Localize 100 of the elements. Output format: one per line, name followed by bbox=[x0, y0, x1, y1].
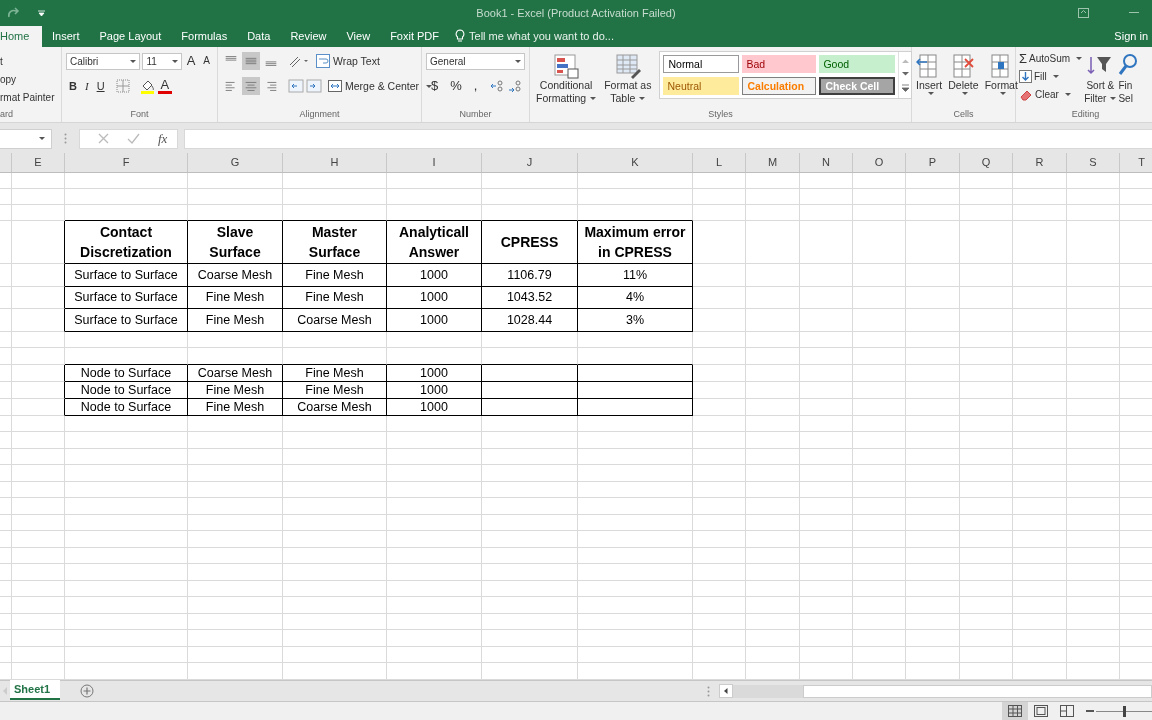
table-cell: Fine Mesh bbox=[188, 309, 283, 332]
column-header[interactable]: I bbox=[387, 153, 482, 172]
column-header[interactable]: O bbox=[853, 153, 906, 172]
sheet-tab[interactable]: Sheet1 bbox=[10, 680, 60, 700]
table-cell: Fine Mesh bbox=[283, 364, 387, 382]
column-header[interactable]: F bbox=[65, 153, 188, 172]
ribbon-tab[interactable]: Formulas bbox=[171, 26, 238, 47]
table-cell: 4% bbox=[578, 286, 693, 309]
table-cell: Fine Mesh bbox=[283, 286, 387, 309]
table-cell: 1000 bbox=[387, 381, 482, 399]
font-size-dropdown[interactable]: 11 bbox=[142, 52, 182, 70]
table-cell: Surface to Surface bbox=[65, 264, 188, 287]
number-format-button[interactable]: % bbox=[445, 78, 467, 94]
ribbon-tab[interactable]: Data bbox=[237, 26, 281, 47]
ribbon-tab[interactable]: Page Layout bbox=[89, 26, 172, 47]
sign-in-link[interactable]: Sign in bbox=[1114, 30, 1152, 47]
cell-style-option[interactable]: Good bbox=[819, 55, 896, 73]
table-cell: 1000 bbox=[387, 286, 482, 309]
group-label: Editing bbox=[1070, 108, 1101, 121]
clear-button[interactable]: Clear bbox=[1019, 87, 1083, 102]
cell-style-option[interactable]: Normal bbox=[663, 55, 740, 73]
table-cell: 1000 bbox=[387, 264, 482, 287]
cell-style-option[interactable]: Neutral bbox=[663, 77, 740, 95]
header-cell: Analyticall Answer bbox=[387, 221, 482, 264]
insert-function-button[interactable]: fx bbox=[158, 130, 168, 147]
column-header[interactable]: H bbox=[283, 153, 387, 172]
group-label: Font bbox=[129, 108, 150, 121]
font-style-button[interactable]: B bbox=[66, 78, 80, 94]
table-cell: Node to Surface bbox=[65, 364, 188, 382]
group-label: Alignment bbox=[298, 108, 341, 121]
table-cell: Fine Mesh bbox=[188, 381, 283, 399]
header-cell: Contact Discretization bbox=[65, 221, 188, 264]
column-header[interactable]: L bbox=[693, 153, 746, 172]
table-cell: 11% bbox=[578, 264, 693, 287]
table-cell: Coarse Mesh bbox=[283, 398, 387, 416]
column-header[interactable]: P bbox=[906, 153, 960, 172]
column-header[interactable]: S bbox=[1067, 153, 1120, 172]
ribbon-tab[interactable]: Review bbox=[280, 26, 337, 47]
column-header[interactable]: E bbox=[12, 153, 65, 172]
column-header[interactable]: Q bbox=[960, 153, 1013, 172]
sort-filter-button[interactable]: Sort & Filter bbox=[1084, 51, 1117, 108]
column-header[interactable]: N bbox=[800, 153, 853, 172]
format-as-table-button[interactable]: Format as Table bbox=[602, 51, 654, 105]
column-header[interactable]: K bbox=[578, 153, 693, 172]
clipboard-command[interactable]: rmat Painter bbox=[0, 91, 57, 104]
table-cell: 1028.44 bbox=[482, 309, 578, 332]
table-cell: Coarse Mesh bbox=[283, 309, 387, 332]
table-cell: Fine Mesh bbox=[188, 286, 283, 309]
cell-style-option[interactable]: Bad bbox=[742, 55, 817, 73]
header-cell: CPRESS bbox=[482, 221, 578, 264]
table-cell: Coarse Mesh bbox=[188, 264, 283, 287]
group-label: ard bbox=[0, 108, 14, 121]
wrap-text-button[interactable]: Wrap Text bbox=[315, 53, 381, 69]
group-label: Number bbox=[458, 108, 493, 121]
header-cell: Slave Surface bbox=[188, 221, 283, 264]
font-style-button[interactable]: U bbox=[93, 78, 108, 94]
table-cell: 1000 bbox=[387, 309, 482, 332]
ribbon-tab[interactable]: View bbox=[336, 26, 381, 47]
font-style-button[interactable]: I bbox=[81, 78, 92, 94]
font-color-button[interactable]: A bbox=[157, 78, 173, 94]
column-header[interactable]: G bbox=[188, 153, 283, 172]
table-cell: 1043.52 bbox=[482, 286, 578, 309]
fill-button[interactable]: Fill bbox=[1019, 69, 1083, 84]
column-header[interactable]: T bbox=[1120, 153, 1152, 172]
ribbon-tab[interactable]: Foxit PDF bbox=[380, 26, 450, 47]
find-select-button[interactable]: Fin Sel bbox=[1118, 51, 1139, 108]
clipboard-command[interactable]: opy bbox=[0, 73, 57, 86]
clipboard-command[interactable]: t bbox=[0, 55, 57, 68]
header-cell: Maximum error in CPRESS bbox=[578, 221, 693, 264]
table-cell: Surface to Surface bbox=[65, 309, 188, 332]
shrink-font-button[interactable]: A bbox=[200, 53, 213, 69]
table-cell: Surface to Surface bbox=[65, 286, 188, 309]
table-cell: 1000 bbox=[387, 364, 482, 382]
table-cell: 3% bbox=[578, 309, 693, 332]
window-title: Book1 - Excel (Product Activation Failed) bbox=[476, 7, 676, 19]
tell-me-field[interactable]: Tell me what you want to do... bbox=[469, 30, 614, 47]
cells-command-button[interactable]: Delete bbox=[945, 51, 982, 108]
ribbon-tab[interactable]: Insert bbox=[42, 26, 90, 47]
group-label: Styles bbox=[707, 108, 734, 121]
number-format-button[interactable]: , bbox=[468, 78, 483, 94]
conditional-formatting-button[interactable]: Conditional Formatting bbox=[534, 51, 599, 105]
column-header[interactable]: M bbox=[746, 153, 800, 172]
table-cell: Node to Surface bbox=[65, 381, 188, 399]
table-cell: Node to Surface bbox=[65, 398, 188, 416]
ribbon-tab[interactable]: Home bbox=[0, 26, 42, 47]
table-cell: Fine Mesh bbox=[188, 398, 283, 416]
number-format-dropdown[interactable]: General bbox=[426, 52, 525, 70]
header-cell: Master Surface bbox=[283, 221, 387, 264]
table-cell: Coarse Mesh bbox=[188, 364, 283, 382]
autosum-button[interactable]: ΣAutoSum bbox=[1019, 51, 1083, 66]
table-cell: 1000 bbox=[387, 398, 482, 416]
table-cell: Fine Mesh bbox=[283, 381, 387, 399]
column-header[interactable]: J bbox=[482, 153, 578, 172]
cells-command-button[interactable]: Insert bbox=[913, 51, 946, 108]
group-label: Cells bbox=[952, 108, 975, 121]
font-name-dropdown[interactable]: Calibri bbox=[66, 52, 141, 70]
table-cell: Fine Mesh bbox=[283, 264, 387, 287]
table-cell: 1106.79 bbox=[482, 264, 578, 287]
grow-font-button[interactable]: A bbox=[183, 53, 199, 69]
column-header[interactable]: R bbox=[1013, 153, 1067, 172]
